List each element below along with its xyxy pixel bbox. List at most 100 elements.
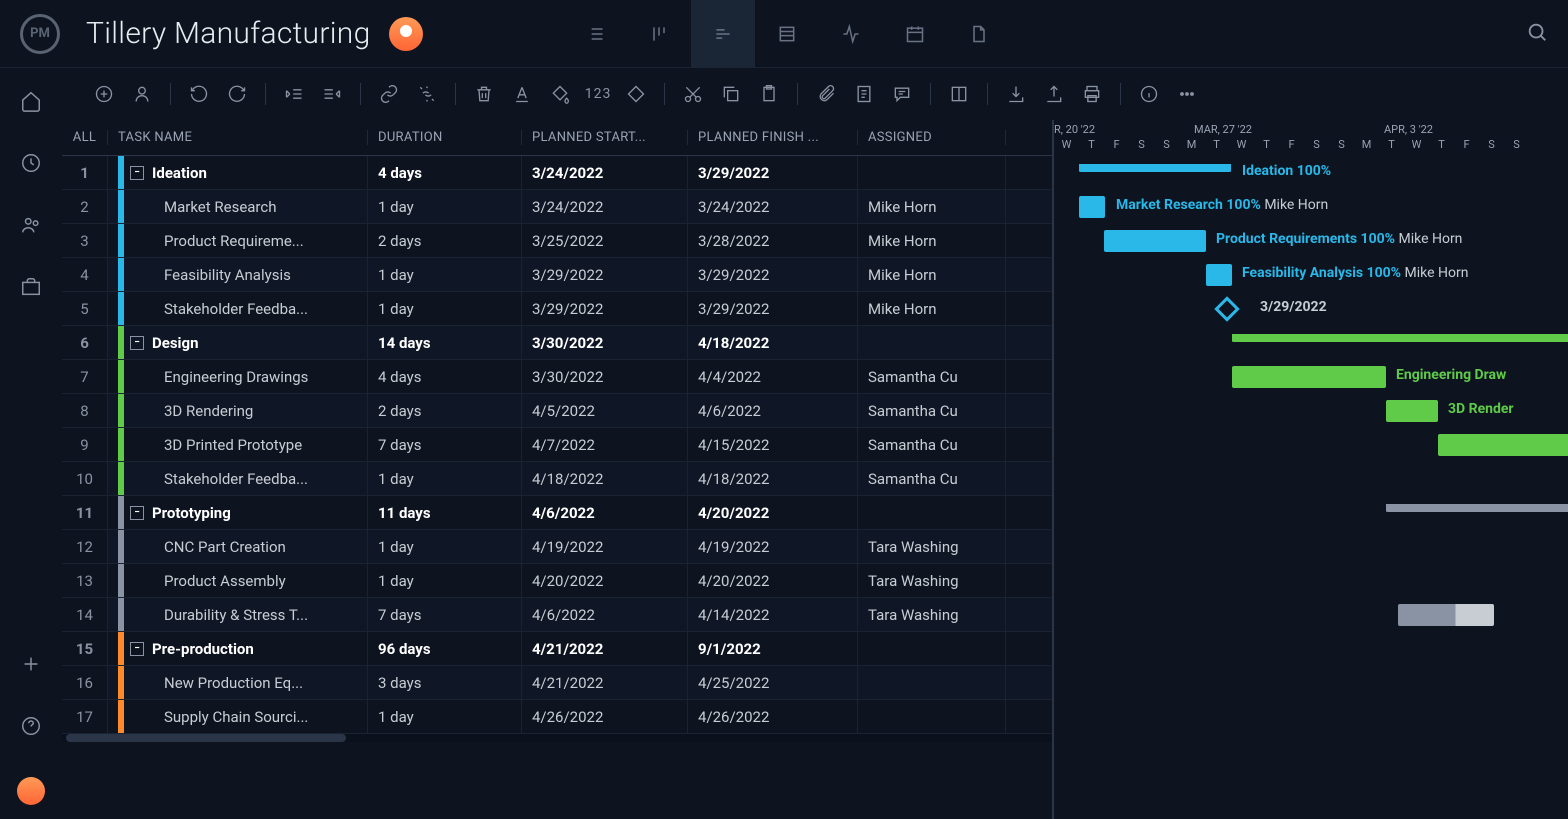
start-cell[interactable]: 3/30/2022 <box>522 326 688 359</box>
duration-cell[interactable]: 96 days <box>368 632 522 665</box>
duration-cell[interactable]: 1 day <box>368 258 522 291</box>
collapse-icon[interactable]: − <box>130 336 144 350</box>
task-name-cell[interactable]: 3D Printed Prototype <box>108 428 368 461</box>
duration-cell[interactable]: 7 days <box>368 428 522 461</box>
task-name-cell[interactable]: Supply Chain Sourci... <box>108 700 368 733</box>
finish-cell[interactable]: 4/20/2022 <box>688 496 858 529</box>
table-row[interactable]: 5Stakeholder Feedba...1 day3/29/20223/29… <box>62 292 1052 326</box>
task-name-cell[interactable]: −Design <box>108 326 368 359</box>
attachment-icon[interactable] <box>814 82 838 106</box>
columns-icon[interactable] <box>947 82 971 106</box>
print-icon[interactable] <box>1080 82 1104 106</box>
view-file-icon[interactable] <box>947 0 1011 68</box>
finish-cell[interactable]: 4/18/2022 <box>688 326 858 359</box>
task-grid[interactable]: ALL TASK NAME DURATION PLANNED START... … <box>62 120 1052 819</box>
table-row[interactable]: 6−Design14 days3/30/20224/18/2022 <box>62 326 1052 360</box>
view-gantt-icon[interactable] <box>691 0 755 68</box>
app-logo[interactable]: PM <box>20 14 60 54</box>
col-task[interactable]: TASK NAME <box>108 130 368 145</box>
col-all[interactable]: ALL <box>62 130 108 145</box>
table-row[interactable]: 10Stakeholder Feedba...1 day4/18/20224/1… <box>62 462 1052 496</box>
task-bar[interactable] <box>1232 366 1386 388</box>
col-start[interactable]: PLANNED START... <box>522 130 688 145</box>
assigned-cell[interactable]: Tara Washing <box>858 598 1006 631</box>
table-row[interactable]: 15−Pre-production96 days4/21/20229/1/202… <box>62 632 1052 666</box>
nav-help-icon[interactable] <box>20 715 42 741</box>
task-bar[interactable] <box>1386 400 1438 422</box>
table-row[interactable]: 2Market Research1 day3/24/20223/24/2022M… <box>62 190 1052 224</box>
redo-icon[interactable] <box>225 82 249 106</box>
assigned-cell[interactable] <box>858 632 1006 665</box>
delete-icon[interactable] <box>472 82 496 106</box>
view-activity-icon[interactable] <box>819 0 883 68</box>
table-row[interactable]: 93D Printed Prototype7 days4/7/20224/15/… <box>62 428 1052 462</box>
assigned-cell[interactable]: Samantha Cu <box>858 394 1006 427</box>
col-finish[interactable]: PLANNED FINISH ... <box>688 130 858 145</box>
table-row[interactable]: 16New Production Eq...3 days4/21/20224/2… <box>62 666 1052 700</box>
task-name-cell[interactable]: 3D Rendering <box>108 394 368 427</box>
view-board-icon[interactable] <box>627 0 691 68</box>
task-name-cell[interactable]: −Ideation <box>108 156 368 189</box>
finish-cell[interactable]: 4/15/2022 <box>688 428 858 461</box>
collapse-icon[interactable]: − <box>130 166 144 180</box>
view-calendar-icon[interactable] <box>883 0 947 68</box>
assigned-cell[interactable] <box>858 156 1006 189</box>
notes-icon[interactable] <box>852 82 876 106</box>
duration-cell[interactable]: 2 days <box>368 394 522 427</box>
start-cell[interactable]: 4/7/2022 <box>522 428 688 461</box>
start-cell[interactable]: 3/30/2022 <box>522 360 688 393</box>
table-row[interactable]: 4Feasibility Analysis1 day3/29/20223/29/… <box>62 258 1052 292</box>
finish-cell[interactable]: 3/29/2022 <box>688 156 858 189</box>
task-name-cell[interactable]: −Prototyping <box>108 496 368 529</box>
start-cell[interactable]: 4/5/2022 <box>522 394 688 427</box>
duration-cell[interactable]: 1 day <box>368 530 522 563</box>
assigned-cell[interactable]: Samantha Cu <box>858 462 1006 495</box>
assigned-cell[interactable]: Mike Horn <box>858 258 1006 291</box>
finish-cell[interactable]: 4/20/2022 <box>688 564 858 597</box>
table-row[interactable]: 3Product Requireme...2 days3/25/20223/28… <box>62 224 1052 258</box>
task-name-cell[interactable]: Market Research <box>108 190 368 223</box>
undo-icon[interactable] <box>187 82 211 106</box>
duration-cell[interactable]: 14 days <box>368 326 522 359</box>
finish-cell[interactable]: 4/14/2022 <box>688 598 858 631</box>
table-row[interactable]: 1−Ideation4 days3/24/20223/29/2022 <box>62 156 1052 190</box>
duration-cell[interactable]: 1 day <box>368 564 522 597</box>
task-bar[interactable] <box>1398 604 1494 626</box>
copy-icon[interactable] <box>719 82 743 106</box>
start-cell[interactable]: 4/21/2022 <box>522 666 688 699</box>
info-icon[interactable] <box>1137 82 1161 106</box>
summary-bar[interactable] <box>1386 504 1568 512</box>
nav-portfolio-icon[interactable] <box>20 276 42 302</box>
unlink-icon[interactable] <box>415 82 439 106</box>
table-row[interactable]: 17Supply Chain Sourci...1 day4/26/20224/… <box>62 700 1052 734</box>
view-sheet-icon[interactable] <box>755 0 819 68</box>
task-bar[interactable] <box>1079 196 1105 218</box>
table-row[interactable]: 14Durability & Stress T...7 days4/6/2022… <box>62 598 1052 632</box>
finish-cell[interactable]: 3/29/2022 <box>688 258 858 291</box>
collapse-icon[interactable]: − <box>130 642 144 656</box>
add-task-icon[interactable] <box>92 82 116 106</box>
view-list-icon[interactable] <box>563 0 627 68</box>
export-icon[interactable] <box>1042 82 1066 106</box>
start-cell[interactable]: 4/18/2022 <box>522 462 688 495</box>
task-name-cell[interactable]: Product Assembly <box>108 564 368 597</box>
text-color-icon[interactable] <box>510 82 534 106</box>
duration-cell[interactable]: 1 day <box>368 700 522 733</box>
milestone-marker[interactable] <box>1214 296 1239 321</box>
summary-bar[interactable] <box>1232 334 1568 342</box>
finish-cell[interactable]: 4/18/2022 <box>688 462 858 495</box>
nav-add-icon[interactable] <box>20 653 42 679</box>
task-name-cell[interactable]: Product Requireme... <box>108 224 368 257</box>
assigned-cell[interactable]: Tara Washing <box>858 564 1006 597</box>
table-row[interactable]: 83D Rendering2 days4/5/20224/6/2022Saman… <box>62 394 1052 428</box>
start-cell[interactable]: 3/25/2022 <box>522 224 688 257</box>
assigned-cell[interactable] <box>858 700 1006 733</box>
finish-cell[interactable]: 3/24/2022 <box>688 190 858 223</box>
start-cell[interactable]: 4/6/2022 <box>522 496 688 529</box>
duration-cell[interactable]: 2 days <box>368 224 522 257</box>
start-cell[interactable]: 4/26/2022 <box>522 700 688 733</box>
duration-cell[interactable]: 3 days <box>368 666 522 699</box>
assigned-cell[interactable]: Samantha Cu <box>858 360 1006 393</box>
task-name-cell[interactable]: Engineering Drawings <box>108 360 368 393</box>
finish-cell[interactable]: 4/4/2022 <box>688 360 858 393</box>
